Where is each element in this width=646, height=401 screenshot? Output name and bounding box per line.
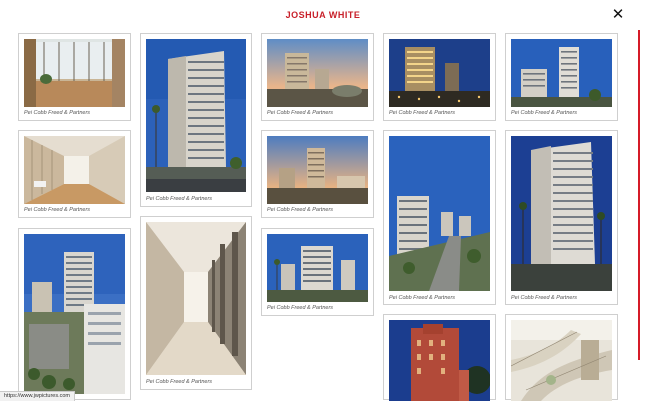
photo-caption: Pei Cobb Freed & Partners bbox=[389, 295, 456, 301]
photo-caption: Pei Cobb Freed & Partners bbox=[267, 305, 334, 311]
close-icon[interactable]: ✕ bbox=[611, 7, 625, 22]
photo-card[interactable]: Pei Cobb Freed & Partners bbox=[383, 33, 496, 121]
photo-card[interactable]: Pei Cobb Freed & Partners bbox=[383, 130, 496, 305]
photo-caption: Pei Cobb Freed & Partners bbox=[24, 207, 91, 213]
photo-card[interactable]: Pei Cobb Freed & Partners bbox=[261, 228, 374, 316]
photo-card[interactable]: Pei Cobb Freed & Partners bbox=[18, 33, 131, 121]
photo-card[interactable]: Pei Cobb Freed & Partners bbox=[18, 130, 131, 218]
towers-cluster-photo bbox=[267, 234, 368, 302]
photo-card[interactable]: Pei Cobb Freed & Partners bbox=[261, 33, 374, 121]
photo-card[interactable]: Pei Cobb Freed & Partners bbox=[140, 33, 252, 207]
red-building-photo bbox=[389, 320, 490, 401]
tower-aerial-photo bbox=[389, 136, 490, 291]
tower-night-photo bbox=[389, 39, 490, 107]
photo-caption: Pei Cobb Freed & Partners bbox=[267, 207, 334, 213]
photo-caption: Pei Cobb Freed & Partners bbox=[389, 110, 456, 116]
photo-caption: Pei Cobb Freed & Partners bbox=[511, 110, 578, 116]
photo-card[interactable] bbox=[383, 314, 496, 401]
colonnade-photo bbox=[146, 222, 246, 375]
photo-card[interactable] bbox=[505, 314, 618, 401]
office-tower-photo bbox=[146, 39, 246, 192]
photo-caption: Pei Cobb Freed & Partners bbox=[511, 295, 578, 301]
tower-dusk-photo bbox=[267, 136, 368, 204]
stair-interior-photo bbox=[511, 320, 612, 401]
photo-card[interactable]: Pei Cobb Freed & Partners bbox=[261, 130, 374, 218]
twin-towers-photo bbox=[511, 39, 612, 107]
tower-palms-photo bbox=[511, 136, 612, 291]
tower-sunset-photo bbox=[267, 39, 368, 107]
photo-caption: Pei Cobb Freed & Partners bbox=[24, 110, 91, 116]
atrium-interior-photo bbox=[24, 136, 125, 204]
photo-caption: Pei Cobb Freed & Partners bbox=[146, 196, 213, 202]
photo-caption: Pei Cobb Freed & Partners bbox=[146, 379, 213, 385]
tower-campus-photo bbox=[24, 234, 125, 394]
photo-card[interactable]: Pei Cobb Freed & Partners bbox=[140, 216, 252, 390]
lobby-interior-photo bbox=[24, 39, 125, 107]
scroll-indicator[interactable] bbox=[638, 30, 640, 360]
page-title: JOSHUA WHITE bbox=[285, 10, 361, 20]
photo-card[interactable] bbox=[18, 228, 131, 400]
photo-card[interactable]: Pei Cobb Freed & Partners bbox=[505, 33, 618, 121]
photo-caption: Pei Cobb Freed & Partners bbox=[267, 110, 334, 116]
photo-card[interactable]: Pei Cobb Freed & Partners bbox=[505, 130, 618, 305]
